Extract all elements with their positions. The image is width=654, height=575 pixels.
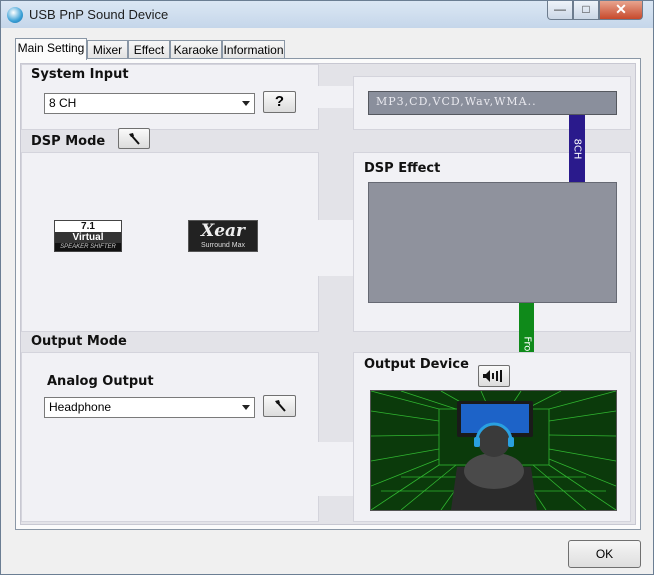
logo-xear-top-text: Xear: [201, 221, 245, 241]
tab-information[interactable]: Information: [222, 40, 285, 59]
signal-bar-8ch-label: 8CH: [571, 138, 583, 159]
tab-karaoke[interactable]: Karaoke: [170, 40, 222, 59]
hammer-icon: [129, 133, 140, 145]
analog-output-heading: Analog Output: [47, 374, 154, 389]
volume-button[interactable]: [478, 365, 510, 387]
system-input-heading: System Input: [31, 67, 129, 82]
analog-output-value: Headphone: [49, 400, 112, 414]
dsp-mode-settings-button[interactable]: [118, 128, 150, 149]
system-input-select[interactable]: 8 CH: [44, 93, 255, 114]
tab-main-setting[interactable]: Main Setting: [15, 38, 87, 60]
logo-71-mid-text: Virtual: [55, 232, 121, 243]
panel-inner: System Input 8 CH ? MP3,CD,VCD,Wav,WMA..…: [20, 63, 636, 525]
help-button[interactable]: ?: [263, 91, 296, 113]
headphone-listener-icon: [371, 391, 616, 510]
minimize-button[interactable]: —: [547, 1, 573, 20]
window-title: USB PnP Sound Device: [29, 7, 169, 22]
dsp-mode-heading: DSP Mode: [31, 134, 106, 149]
dsp-effect-heading: DSP Effect: [364, 161, 441, 176]
virtual-speaker-shifter-logo[interactable]: 7.1 Virtual SPEAKER SHIFTER: [54, 220, 122, 252]
main-setting-panel: System Input 8 CH ? MP3,CD,VCD,Wav,WMA..…: [15, 58, 641, 530]
chevron-down-icon: [242, 101, 250, 106]
signal-bar-8ch: 8CH: [569, 115, 585, 182]
output-mode-settings-button[interactable]: [263, 395, 296, 417]
output-device-scene: [370, 390, 617, 511]
connector-top: [318, 86, 354, 108]
app-window: USB PnP Sound Device — □ ✕ Main Setting …: [0, 0, 654, 575]
system-input-value: 8 CH: [49, 96, 77, 110]
maximize-button[interactable]: □: [573, 1, 599, 20]
output-mode-heading: Output Mode: [31, 334, 127, 349]
tab-mixer[interactable]: Mixer: [87, 40, 128, 59]
logo-71-top-text: 7.1: [81, 221, 95, 232]
connector-bottom: [318, 442, 354, 496]
logo-71-bottom-text: SPEAKER SHIFTER: [55, 243, 121, 251]
tab-effect[interactable]: Effect: [128, 40, 170, 59]
output-device-heading: Output Device: [364, 357, 469, 372]
help-label: ?: [274, 93, 285, 110]
connector-middle: [318, 220, 354, 276]
chevron-down-icon: [242, 405, 250, 410]
title-bar[interactable]: USB PnP Sound Device — □ ✕: [1, 1, 653, 28]
close-button[interactable]: ✕: [599, 1, 643, 20]
analog-output-select[interactable]: Headphone: [44, 397, 255, 418]
dsp-effect-display: [368, 182, 617, 303]
ok-button[interactable]: OK: [568, 540, 641, 568]
app-icon: [7, 7, 23, 23]
source-display: MP3,CD,VCD,Wav,WMA..: [368, 91, 617, 115]
xear-surround-max-logo[interactable]: Xear Surround Max: [188, 220, 258, 252]
speaker-volume-icon: [483, 370, 502, 382]
hammer-icon: [274, 400, 286, 412]
logo-xear-bottom-text: Surround Max: [201, 242, 245, 249]
